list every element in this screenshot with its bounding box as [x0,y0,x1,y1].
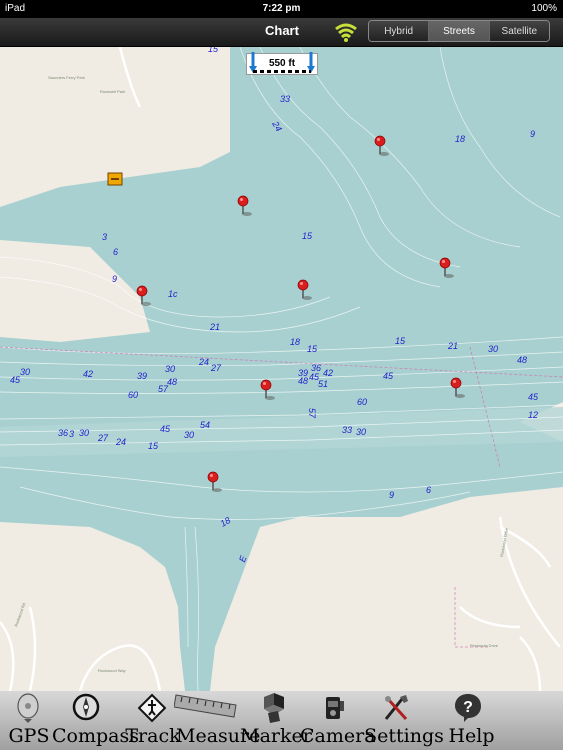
camera-icon [326,697,344,719]
svg-text:?: ? [463,699,473,716]
depth-label: 42 [83,369,93,379]
depth-label: 45 [528,392,539,402]
depth-label: 12 [528,410,538,420]
place-label: Saunders Ferry Park [48,75,85,80]
depth-label: 42 [323,368,333,378]
depth-label: 21 [209,322,220,332]
place-label: Rockwood Way [98,668,126,673]
park-icon [107,172,123,186]
map-type-streets[interactable]: Streets [429,21,490,41]
map-type-satellite[interactable]: Satellite [489,21,549,41]
scale-bar: 550 ft [246,52,318,75]
compass-icon [72,693,100,721]
depth-label: 48 [298,376,308,386]
settings-button[interactable]: Settings [364,691,444,750]
page-title: Chart [265,23,299,38]
gps-icon [17,693,39,723]
depth-label: 57 [158,384,169,394]
measure-button[interactable]: Measure [174,691,260,750]
depth-label: 15 [395,336,406,346]
depth-label: 60 [357,397,367,407]
depth-label: 27 [97,433,109,443]
depth-label: 57 [307,408,317,419]
depth-label: 15 [302,231,313,241]
depth-label: 6 [426,485,431,495]
depth-label: 6 [113,247,118,257]
place-label: Rockwell Park [100,89,125,94]
depth-label: 9 [389,490,394,500]
depth-label: 30 [79,428,89,438]
battery-level: 100% [531,3,557,14]
depth-label: 60 [128,390,138,400]
scale-ruler [253,70,311,73]
depth-label: 21 [447,341,458,351]
depth-label: 48 [167,377,177,387]
wifi-signal-icon [335,23,357,42]
bottom-toolbar: GPS Compass Track Measure Marker Camera … [0,691,563,750]
depth-label: 39 [137,371,147,381]
compass-button[interactable]: Compass [52,691,139,750]
map-type-hybrid[interactable]: Hybrid [369,21,430,41]
depth-label: 54 [200,420,210,430]
help-label: Help [448,725,495,747]
depth-label: 36 [58,428,68,438]
depth-label: 18 [455,134,465,144]
depth-label: 45 [383,371,394,381]
depth-label: 3 [102,232,107,242]
depth-label: 33 [280,94,290,104]
depth-label: 45 [160,424,171,434]
track-icon [138,693,166,723]
settings-icon [384,695,408,721]
depth-label: 30 [488,344,498,354]
depth-label: 9 [112,274,117,284]
depth-label: 9 [530,129,535,139]
depth-label: 30 [184,430,194,440]
gps-button[interactable]: GPS [0,691,58,750]
marker-button[interactable]: Marker [240,691,312,750]
depth-label: 30 [20,367,30,377]
depth-label: 15 [307,344,318,354]
marker-icon [264,693,284,723]
depth-label: 30 [165,364,175,374]
depth-label: 15 [208,47,219,54]
place-label: Peninsula Drive [470,643,499,648]
scale-label: 550 ft [268,58,296,69]
depth-label: 27 [210,363,222,373]
depth-label: 3 [69,429,74,439]
status-bar: iPad 7:22 pm 100% [0,0,563,18]
clock: 7:22 pm [262,3,301,14]
depth-label: 24 [115,437,126,447]
depth-label: 30 [356,427,366,437]
help-button[interactable]: ? Help [440,691,503,750]
depth-label: 33 [342,425,352,435]
help-icon: ? [455,694,481,722]
depth-label: 15 [148,441,159,451]
depth-label: 24 [198,357,209,367]
depth-label: 18 [290,337,300,347]
navigation-bar: Chart Hybrid Streets Satellite [0,18,563,47]
depth-label: 48 [517,355,527,365]
depth-label: 51 [318,379,328,389]
map-type-selector[interactable]: Hybrid Streets Satellite [368,20,550,42]
depth-label: 1c [168,289,178,299]
place-label: Rockwood Rd [13,602,26,627]
nautical-chart-map[interactable]: Saunders Ferry Park Rockwell Park Penins… [0,47,563,691]
ruler-icon [174,694,237,718]
camera-button[interactable]: Camera [300,691,376,750]
